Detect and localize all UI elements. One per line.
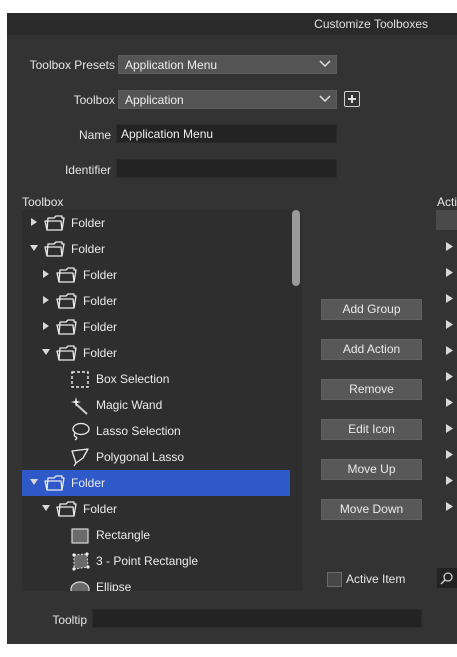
active-item-label: Active Item <box>346 572 406 586</box>
collapsed-arrow-icon <box>31 218 37 226</box>
tooltip-field[interactable] <box>92 609 422 628</box>
tree-row[interactable]: Folder <box>22 262 290 288</box>
tree-row[interactable]: Magic Wand <box>22 392 290 418</box>
toolbox-presets-label: Toolbox Presets <box>29 58 115 72</box>
tree-row-label: Polygonal Lasso <box>96 450 185 464</box>
chevron-down-icon <box>319 95 331 103</box>
toolbox-tree-header: Toolbox <box>22 195 64 209</box>
customize-toolboxes-dialog: Customize Toolboxes Toolbox Presets Appl… <box>7 13 457 644</box>
collapsed-arrow-icon <box>446 346 453 355</box>
magic-wand-icon <box>71 397 88 415</box>
tree-row-label: Folder <box>71 476 106 490</box>
tree-row-label: Box Selection <box>96 372 170 386</box>
collapsed-arrow-icon <box>446 294 453 303</box>
collapsed-arrow-icon <box>446 450 453 459</box>
toolbox-label: Toolbox <box>73 93 115 107</box>
tree-row-label: Magic Wand <box>96 398 163 412</box>
add-toolbox-button[interactable] <box>344 91 360 107</box>
folder-icon <box>56 501 77 517</box>
add-action-button[interactable]: Add Action <box>321 339 422 360</box>
name-field[interactable]: Application Menu <box>116 124 337 143</box>
toolbox-dropdown[interactable]: Application <box>118 90 337 109</box>
tree-row[interactable]: Polygonal Lasso <box>22 444 290 470</box>
tree-row[interactable]: Folder <box>22 314 290 340</box>
collapsed-arrow-icon <box>43 270 49 278</box>
tree-row-label: Folder <box>83 294 118 308</box>
collapsed-arrow-icon <box>446 268 453 277</box>
add-group-button[interactable]: Add Group <box>321 299 422 320</box>
tree-row[interactable]: Box Selection <box>22 366 290 392</box>
active-item-checkbox[interactable] <box>327 572 342 587</box>
tree-row[interactable]: Ellipse <box>22 574 290 591</box>
tree-row-label: Folder <box>83 346 118 360</box>
tree-row[interactable]: Folder <box>22 288 290 314</box>
search-field[interactable] <box>437 568 457 588</box>
tree-row-label: Ellipse <box>96 580 132 591</box>
toolbox-presets-value: Application Menu <box>125 58 218 72</box>
name-value: Application Menu <box>121 127 214 141</box>
tree-row[interactable]: Folder <box>22 340 290 366</box>
move-down-button[interactable]: Move Down <box>321 499 422 520</box>
collapsed-arrow-icon <box>446 242 453 251</box>
three-point-rectangle-icon <box>72 552 90 571</box>
folder-icon <box>56 267 77 283</box>
identifier-field[interactable] <box>116 159 337 178</box>
box-selection-icon <box>71 371 89 388</box>
polygonal-lasso-icon <box>71 448 89 467</box>
collapsed-arrow-icon <box>446 424 453 433</box>
tree-row[interactable]: Folder <box>22 470 290 496</box>
toolbox-presets-dropdown[interactable]: Application Menu <box>118 55 337 74</box>
actions-panel-header-cell <box>436 210 457 230</box>
tree-row-label: Folder <box>83 502 118 516</box>
tooltip-label: Tooltip <box>52 613 87 627</box>
tree-row[interactable]: Folder <box>22 236 290 262</box>
collapsed-arrow-icon <box>446 476 453 485</box>
move-up-button[interactable]: Move Up <box>321 459 422 480</box>
ellipse-icon <box>70 581 90 591</box>
tree-row[interactable]: Lasso Selection <box>22 418 290 444</box>
collapsed-arrow-icon <box>446 320 453 329</box>
toolbox-tree[interactable]: Folder Folder Folder Folder Folder Folder Box … <box>22 210 290 591</box>
folder-icon <box>56 319 77 335</box>
tree-scrollbar[interactable] <box>290 210 302 591</box>
expanded-arrow-icon <box>30 479 38 485</box>
tree-row-label: Folder <box>83 268 118 282</box>
tree-row-label: Folder <box>71 216 106 230</box>
tree-row[interactable]: Folder <box>22 496 290 522</box>
actions-panel-header: Acti <box>437 195 457 209</box>
chevron-down-icon <box>319 60 331 68</box>
remove-button[interactable]: Remove <box>321 379 422 400</box>
search-icon <box>440 572 453 585</box>
tree-row[interactable]: 3 - Point Rectangle <box>22 548 290 574</box>
folder-icon <box>56 293 77 309</box>
expanded-arrow-icon <box>42 505 50 511</box>
toolbox-value: Application <box>125 93 184 107</box>
tree-row-label: Folder <box>83 320 118 334</box>
scrollbar-thumb[interactable] <box>292 210 300 286</box>
lasso-icon <box>72 422 90 441</box>
title-bar: Customize Toolboxes <box>7 13 457 35</box>
tree-row-label: Folder <box>71 242 106 256</box>
collapsed-arrow-icon <box>446 372 453 381</box>
edit-icon-button[interactable]: Edit Icon <box>321 419 422 440</box>
tree-row[interactable]: Rectangle <box>22 522 290 548</box>
window-title: Customize Toolboxes <box>314 17 428 31</box>
folder-icon <box>56 345 77 361</box>
rectangle-icon <box>71 528 89 544</box>
expanded-arrow-icon <box>30 245 38 251</box>
collapsed-arrow-icon <box>446 502 453 511</box>
collapsed-arrow-icon <box>43 322 49 330</box>
folder-icon <box>44 241 65 257</box>
expanded-arrow-icon <box>42 349 50 355</box>
folder-icon <box>44 215 65 231</box>
collapsed-arrow-icon <box>446 398 453 407</box>
collapsed-arrow-icon <box>43 296 49 304</box>
tree-row-label: Rectangle <box>96 528 151 542</box>
name-label: Name <box>78 128 111 142</box>
tree-row-label: Lasso Selection <box>96 424 181 438</box>
folder-icon <box>44 475 65 491</box>
tree-row-label: 3 - Point Rectangle <box>96 554 199 568</box>
tree-row[interactable]: Folder <box>22 210 290 236</box>
identifier-label: Identifier <box>64 163 111 177</box>
